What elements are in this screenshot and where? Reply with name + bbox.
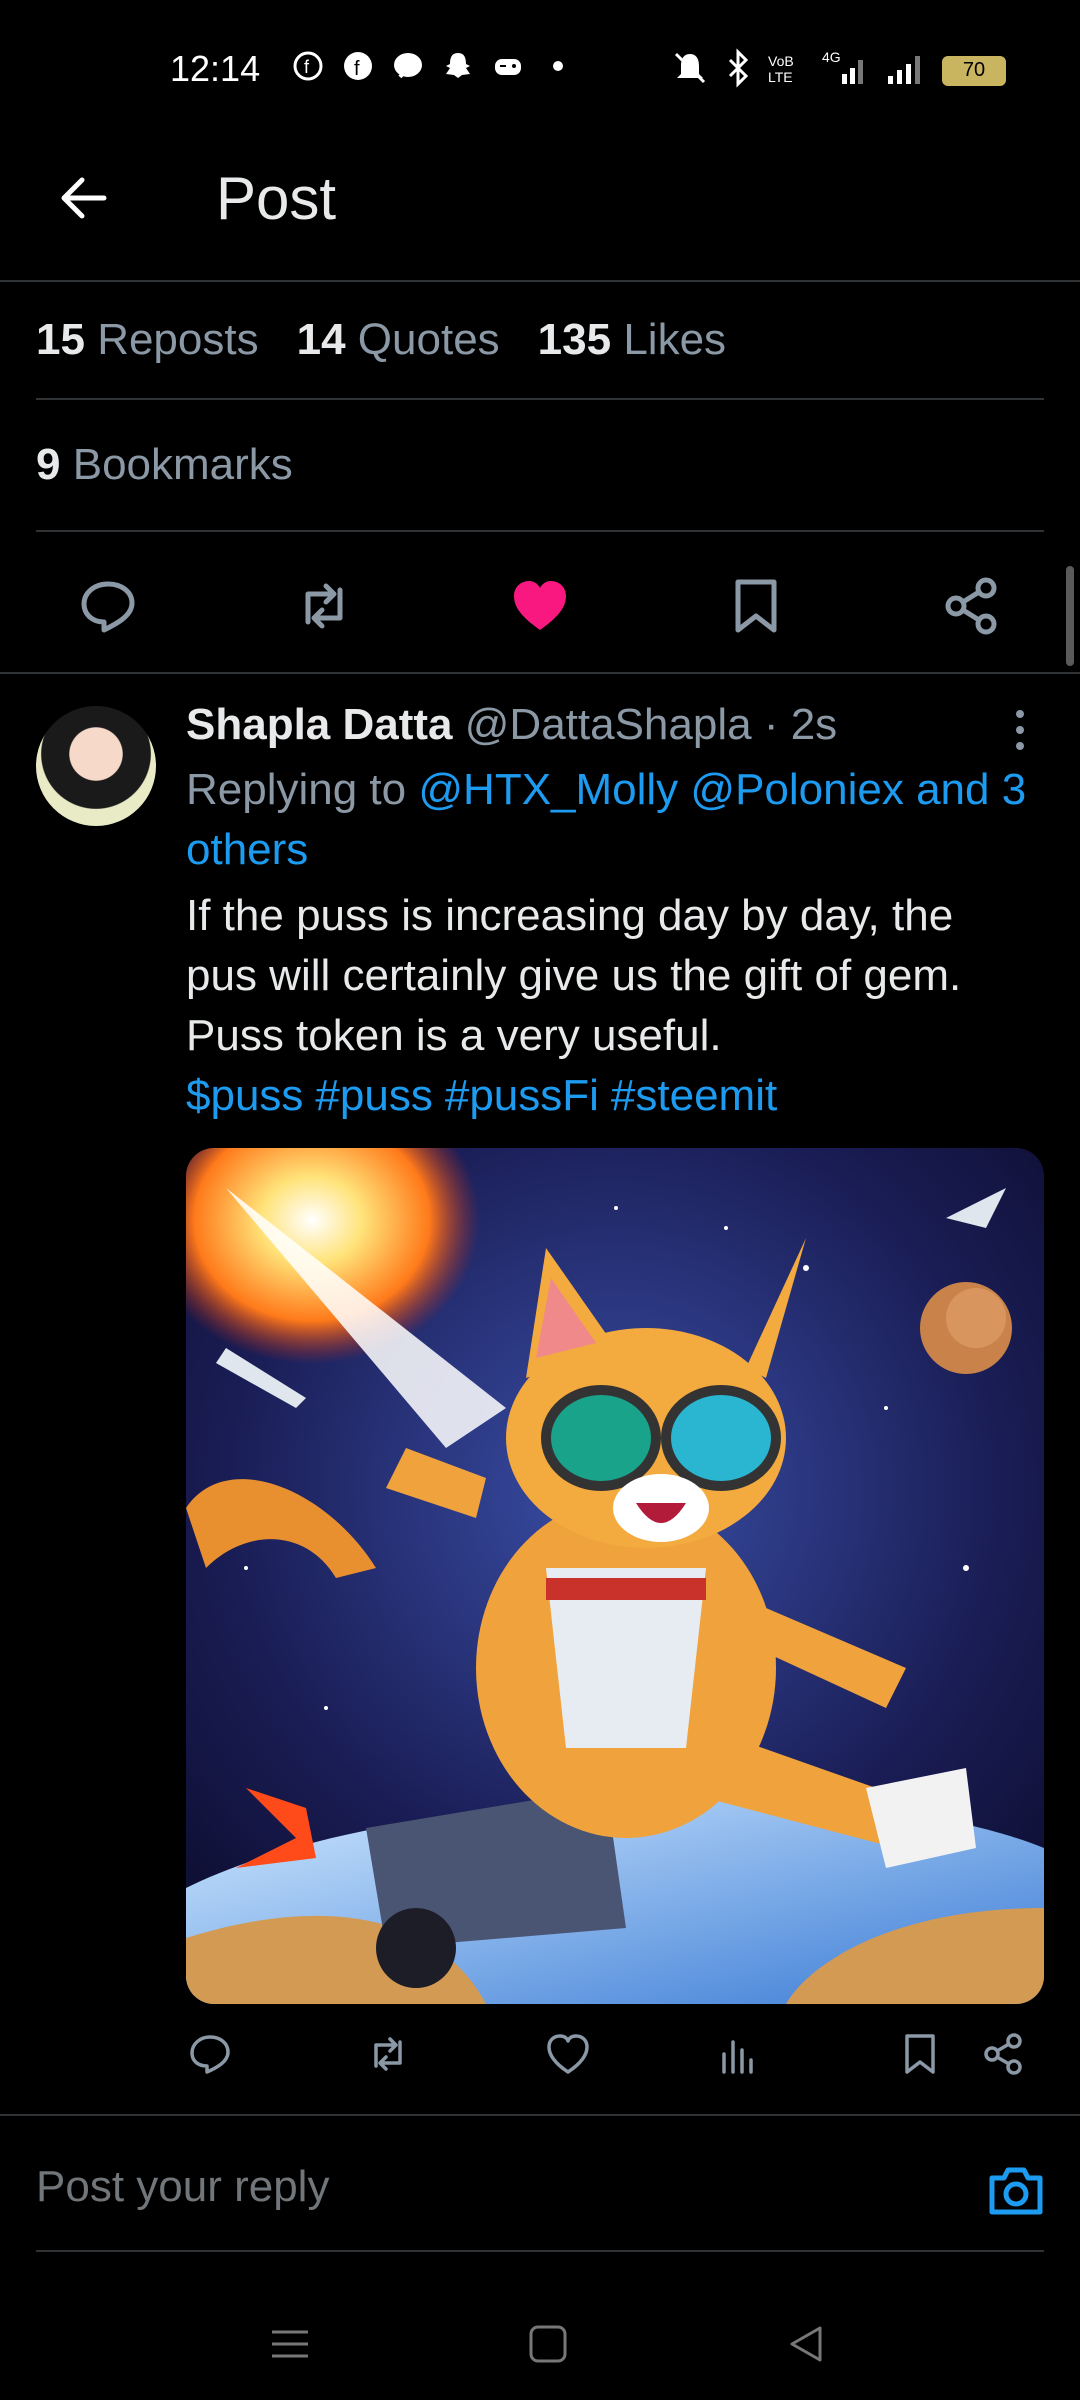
back-icon[interactable] (784, 2322, 828, 2366)
bluetooth-icon (726, 48, 750, 93)
heart-icon[interactable] (510, 576, 570, 636)
svg-text:4G: 4G (822, 49, 841, 65)
likes-label: Likes (623, 315, 727, 364)
repost-icon[interactable] (294, 576, 354, 636)
header: Post (0, 140, 1080, 282)
reply-composer[interactable]: Post your reply (36, 2118, 1044, 2252)
share-icon[interactable] (982, 2032, 1026, 2076)
bookmarks-row[interactable]: 9 Bookmarks (36, 400, 1044, 532)
likes-stat[interactable]: 135 Likes (538, 315, 726, 365)
avatar[interactable] (36, 706, 156, 826)
repost-icon[interactable] (366, 2032, 410, 2076)
back-arrow-icon[interactable] (56, 170, 112, 226)
user-handle[interactable]: @DattaShapla (465, 700, 752, 749)
status-time: 12:14 (170, 48, 261, 89)
hashtag[interactable]: $puss (186, 1071, 303, 1120)
replying-prefix: Replying to (186, 765, 407, 814)
page-title: Post (216, 165, 337, 232)
quotes-label: Quotes (357, 315, 500, 364)
reposts-label: Reposts (97, 315, 259, 364)
tweet-time: · 2s (763, 700, 838, 749)
reposts-count: 15 (36, 315, 85, 364)
facebook-icon: f (342, 50, 374, 82)
tweet-image[interactable] (186, 1148, 1044, 2004)
tweet-text: If the puss is increasing day by day, th… (186, 891, 962, 1060)
hashtag[interactable]: #steemit (611, 1071, 777, 1120)
views-icon[interactable] (716, 2032, 760, 2076)
reply-input[interactable]: Post your reply (36, 2162, 329, 2212)
bookmark-icon[interactable] (726, 576, 786, 636)
camera-icon[interactable] (988, 2164, 1044, 2216)
hashtags: $puss #puss #pussFi #steemit (186, 1066, 1036, 1126)
tweet-header: Shapla Datta @DattaShapla · 2s (186, 690, 1036, 760)
stats-row: 15 Reposts 14 Quotes 135 Likes (36, 282, 1044, 400)
svg-text:VoB: VoB (768, 53, 794, 69)
quotes-stat[interactable]: 14 Quotes (297, 315, 500, 365)
quotes-count: 14 (296, 315, 346, 364)
replying-to: Replying to @HTX_Molly @Poloniex and 3 o… (186, 760, 1036, 880)
bookmarks-count: 9 (36, 440, 61, 489)
signal-icon (886, 48, 926, 93)
reply-icon[interactable] (78, 576, 138, 636)
menu-icon[interactable] (268, 2322, 312, 2366)
svg-text:LTE: LTE (768, 69, 793, 85)
bookmark-icon[interactable] (898, 2032, 942, 2076)
svg-text:f: f (354, 58, 360, 80)
volte-icon: VoB LTE (766, 48, 806, 93)
divider (0, 2114, 1080, 2116)
share-icon[interactable] (942, 576, 1002, 636)
space-cat-illustration (186, 1148, 1044, 2004)
reply-icon[interactable] (188, 2032, 232, 2076)
likes-count: 135 (537, 315, 612, 364)
hashtag[interactable]: #puss (315, 1071, 432, 1120)
snapchat-icon (442, 50, 474, 82)
scrollbar[interactable] (1066, 566, 1074, 666)
post-action-bar (0, 532, 1080, 674)
signal-4g-icon: 4G (822, 48, 870, 93)
reposts-stat[interactable]: 15 Reposts (36, 315, 259, 365)
like-icon[interactable] (546, 2032, 590, 2076)
home-icon[interactable] (526, 2322, 570, 2366)
reply-action-bar (186, 2032, 1044, 2088)
mute-icon (670, 48, 710, 93)
battery-icon: 70 (942, 55, 1006, 86)
system-nav-bar (0, 2300, 1080, 2400)
bookmarks-label: Bookmarks (72, 440, 293, 489)
messenger-icon (392, 50, 424, 82)
status-app-icons: f f (292, 50, 574, 82)
reply-tweet[interactable]: Shapla Datta @DattaShapla · 2s Replying … (186, 690, 1036, 1126)
hashtag[interactable]: #pussFi (445, 1071, 599, 1120)
display-name[interactable]: Shapla Datta (186, 700, 453, 749)
dot-icon (542, 50, 574, 82)
svg-text:f: f (304, 57, 310, 77)
heart-fill (514, 581, 566, 630)
game-icon (492, 50, 524, 82)
status-right: VoB LTE 4G 70 (670, 48, 1006, 93)
status-bar: 12:14 f f VoB LTE 4G 70 (0, 0, 1080, 140)
facebook-icon: f (292, 50, 324, 82)
